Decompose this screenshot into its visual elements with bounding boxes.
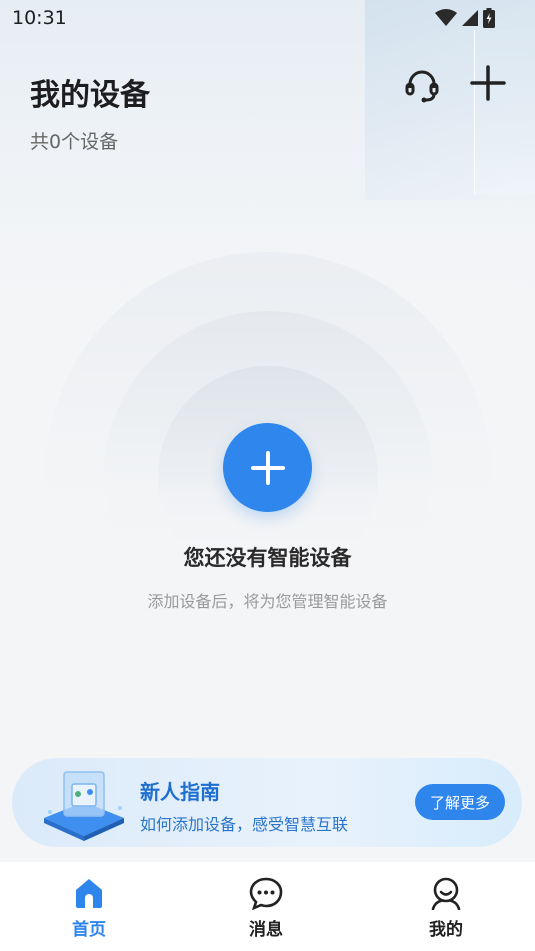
newbie-guide-banner[interactable]: 新人指南 如何添加设备，感受智慧互联 了解更多 — [12, 758, 522, 847]
empty-state-description: 添加设备后，将为您管理智能设备 — [147, 592, 388, 611]
plus-icon — [470, 65, 506, 101]
profile-icon — [431, 877, 461, 910]
add-device-top-button[interactable] — [466, 61, 510, 105]
chat-icon — [249, 877, 283, 910]
bottom-tab-bar: 首页 消息 我的 — [0, 862, 535, 951]
battery-icon — [483, 8, 495, 28]
status-icons — [435, 8, 495, 28]
empty-state-title: 您还没有智能设备 — [183, 546, 352, 570]
add-device-button[interactable] — [223, 423, 312, 512]
customer-support-button[interactable] — [400, 63, 444, 107]
tab-profile[interactable]: 我的 — [396, 876, 496, 940]
screen: 10:31 我的设备 共0个设备 您还没有智能设备 添加设备后，将为您管理智能设… — [0, 0, 535, 951]
smart-device-illustration-icon — [44, 771, 124, 841]
tab-label: 首页 — [72, 920, 106, 940]
signal-icon — [462, 10, 478, 26]
tab-label: 我的 — [429, 920, 463, 940]
status-bar: 10:31 — [0, 0, 535, 38]
guide-title: 新人指南 — [140, 780, 220, 804]
tab-home[interactable]: 首页 — [39, 876, 139, 940]
wifi-icon — [435, 9, 457, 26]
tab-label: 消息 — [249, 920, 283, 940]
device-count: 共0个设备 — [30, 131, 119, 153]
headset-icon — [405, 70, 439, 103]
learn-more-button[interactable]: 了解更多 — [415, 784, 505, 820]
guide-description: 如何添加设备，感受智慧互联 — [140, 815, 349, 834]
plus-icon — [250, 450, 285, 485]
home-icon — [76, 879, 102, 908]
tab-messages[interactable]: 消息 — [216, 876, 316, 940]
background-decoration-panel — [474, 30, 535, 195]
page-title: 我的设备 — [30, 78, 150, 113]
status-time: 10:31 — [12, 7, 67, 29]
